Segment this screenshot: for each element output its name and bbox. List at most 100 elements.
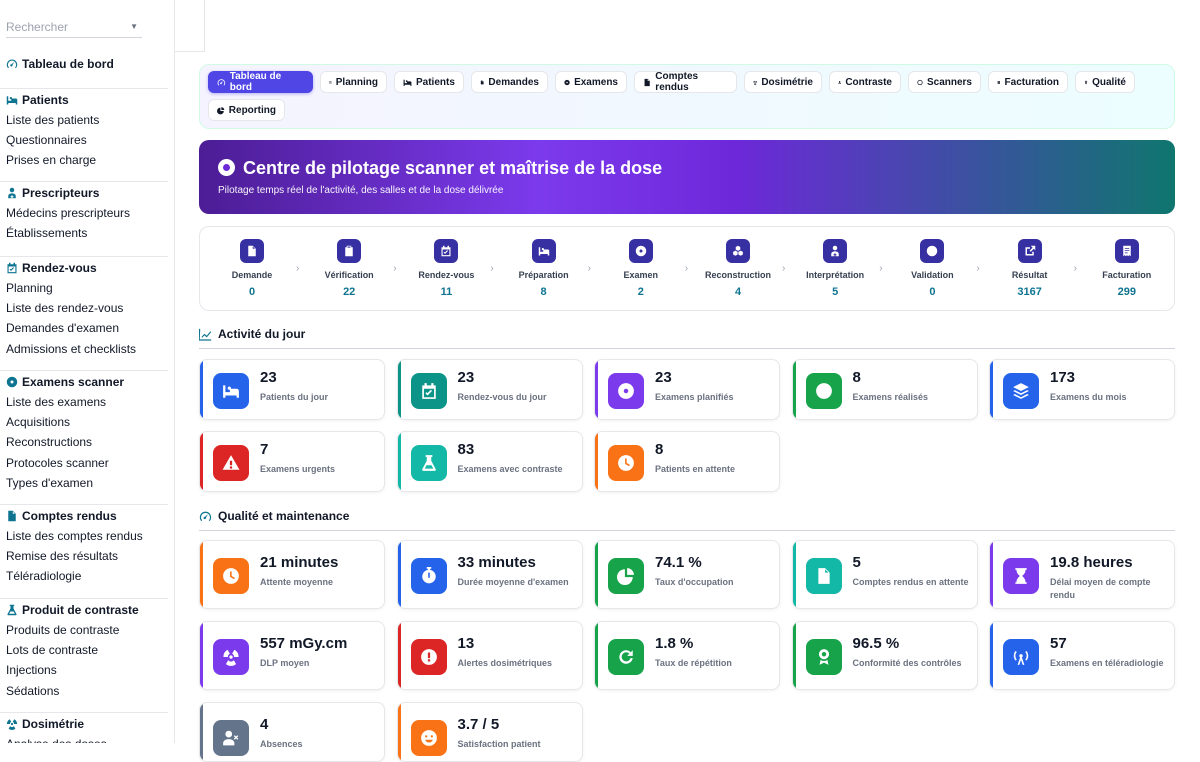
sidebar-item[interactable]: Protocoles scanner <box>0 453 168 473</box>
step-icon-box <box>337 239 362 263</box>
tab-9[interactable]: Scanners <box>908 71 981 93</box>
user-x-icon <box>223 730 239 746</box>
card-label: Comptes rendus en attente <box>852 577 969 587</box>
kpi-card[interactable]: 74.1 % Taux d'occupation <box>594 540 780 609</box>
kpi-card[interactable]: 21 minutes Attente moyenne <box>199 540 385 609</box>
kpi-card[interactable]: 8 Examens réalisés <box>791 359 978 420</box>
sidebar-item[interactable]: Liste des patients <box>0 110 168 130</box>
kpi-card[interactable]: 7 Examens urgents <box>199 431 385 492</box>
sidebar-item[interactable]: Liste des examens <box>0 392 168 412</box>
chevron-right-icon: › <box>782 263 786 274</box>
sidebar-item[interactable]: Lots de contraste <box>0 640 168 660</box>
sidebar-item[interactable]: Remise des résultats <box>0 546 168 566</box>
tab-6[interactable]: Comptes rendus <box>634 71 737 93</box>
tab-7[interactable]: Dosimétrie <box>744 71 822 93</box>
card-label: Conformité des contrôles <box>852 658 962 668</box>
step-label: Vérification <box>324 270 374 280</box>
sidebar-item[interactable]: Admissions et checklists <box>0 339 168 359</box>
card-value: 23 <box>457 369 475 386</box>
card-label: Patients en attente <box>655 464 736 474</box>
kpi-card[interactable]: 23 Patients du jour <box>199 359 385 420</box>
sidebar-item[interactable]: Établissements <box>0 223 168 243</box>
tab-11[interactable]: Qualité <box>1075 71 1135 93</box>
sidebar-item[interactable]: Questionnaires <box>0 130 168 150</box>
kpi-card[interactable]: 23 Examens planifiés <box>594 359 780 420</box>
sidebar-group-header[interactable]: Examens scanner <box>0 372 168 392</box>
tab-label: Planning <box>335 76 378 88</box>
pipeline-step[interactable]: Interprétation 5 <box>790 239 880 298</box>
kpi-card[interactable]: 57 Examens en téléradiologie <box>989 621 1175 690</box>
ring-icon <box>917 79 923 85</box>
tab-1[interactable]: Tableau de bord <box>208 71 313 93</box>
tab-12[interactable]: Reporting <box>208 99 285 121</box>
kpi-card[interactable]: 173 Examens du mois <box>989 359 1175 420</box>
pipeline-step[interactable]: Vérification 22 <box>304 239 394 298</box>
pipeline-step[interactable]: Rendez-vous 11 <box>401 239 491 298</box>
sidebar-group-header[interactable]: Comptes rendus <box>0 506 168 526</box>
sidebar-item[interactable]: Types d'examen <box>0 473 168 493</box>
sidebar-group-label: Patients <box>22 93 69 107</box>
sidebar-item[interactable]: Injections <box>0 660 168 680</box>
sidebar-item[interactable]: Téléradiologie <box>0 566 168 586</box>
kpi-card[interactable]: 8 Patients en attente <box>594 431 780 492</box>
kpi-card[interactable]: 33 minutes Durée moyenne d'examen <box>396 540 583 609</box>
pie-icon <box>617 568 634 585</box>
sidebar-item[interactable]: Liste des comptes rendus <box>0 526 168 546</box>
card-accent <box>200 360 203 419</box>
doctor-icon <box>8 187 16 199</box>
sidebar-group-label: Prescripteurs <box>22 186 100 200</box>
sidebar-group-header[interactable]: Produit de contraste <box>0 600 168 620</box>
sidebar-item[interactable]: Demandes d'examen <box>0 318 168 338</box>
sidebar-item[interactable]: Planning <box>0 278 168 298</box>
sidebar-item[interactable]: Liste des rendez-vous <box>0 298 168 318</box>
kpi-card[interactable]: 23 Rendez-vous du jour <box>396 359 583 420</box>
tab-5[interactable]: Examens <box>555 71 627 93</box>
sidebar-group-header[interactable]: Dosimétrie <box>0 714 168 734</box>
sidebar-group-header[interactable]: Tableau de bord <box>0 54 168 74</box>
kpi-card[interactable]: 5 Comptes rendus en attente <box>791 540 978 609</box>
card-value: 13 <box>457 635 475 652</box>
card-icon-box <box>410 720 447 756</box>
step-icon-box <box>1017 239 1042 263</box>
kpi-card[interactable]: 4 Absences <box>199 702 385 762</box>
chevron-down-icon[interactable]: ▼ <box>130 16 138 38</box>
tab-10[interactable]: Facturation <box>988 71 1068 93</box>
kpi-card[interactable]: 1.8 % Taux de répétition <box>594 621 780 690</box>
tab-4[interactable]: Demandes <box>471 71 548 93</box>
pipeline-step[interactable]: Facturation 299 <box>1082 239 1172 298</box>
sidebar-item[interactable]: Médecins prescripteurs <box>0 203 168 223</box>
sidebar-item[interactable]: Sédations <box>0 681 168 701</box>
tab-3[interactable]: Patients <box>394 71 464 93</box>
disc-icon <box>218 159 235 176</box>
sidebar-item[interactable]: Prises en charge <box>0 150 168 170</box>
tower-icon <box>1013 650 1029 665</box>
sidebar-item[interactable]: Reconstructions <box>0 432 168 452</box>
sidebar-item[interactable]: Acquisitions <box>0 412 168 432</box>
pipeline-step[interactable]: Résultat 3167 <box>985 239 1075 298</box>
sidebar-group-header[interactable]: Prescripteurs <box>0 183 168 203</box>
kpi-card[interactable]: 3.7 / 5 Satisfaction patient <box>396 702 583 762</box>
sidebar-group-header[interactable]: Rendez-vous <box>0 258 168 278</box>
tab-label: Qualité <box>1092 76 1126 88</box>
pipeline-step[interactable]: Examen 2 <box>596 239 686 298</box>
kpi-card[interactable]: 19.8 heures Délai moyen de compte rendu <box>989 540 1175 609</box>
document-icon <box>248 245 256 257</box>
search-input[interactable]: Rechercher ▼ <box>6 16 142 38</box>
chart-line-icon <box>199 328 212 341</box>
step-value: 0 <box>929 286 936 298</box>
disc-icon <box>618 383 634 399</box>
pipeline-step[interactable]: Demande 0 <box>207 239 297 298</box>
card-label: Examens en téléradiologie <box>1050 658 1164 668</box>
sidebar-item[interactable]: Produits de contraste <box>0 620 168 640</box>
pipeline-step[interactable]: Validation 0 <box>887 239 977 298</box>
pipeline-step[interactable]: Reconstruction 4 <box>693 239 783 298</box>
pipeline-step[interactable]: Préparation 8 <box>499 239 589 298</box>
kpi-card[interactable]: 96.5 % Conformité des contrôles <box>791 621 978 690</box>
sidebar-group-header[interactable]: Patients <box>0 90 168 110</box>
kpi-card[interactable]: 557 mGy.cm DLP moyen <box>199 621 385 690</box>
kpi-card[interactable]: 13 Alertes dosimétriques <box>396 621 583 690</box>
tab-8[interactable]: Contraste <box>829 71 901 93</box>
sidebar-item[interactable]: Analyse des doses <box>0 734 168 743</box>
tab-2[interactable]: Planning <box>320 71 387 93</box>
kpi-card[interactable]: 83 Examens avec contraste <box>396 431 583 492</box>
